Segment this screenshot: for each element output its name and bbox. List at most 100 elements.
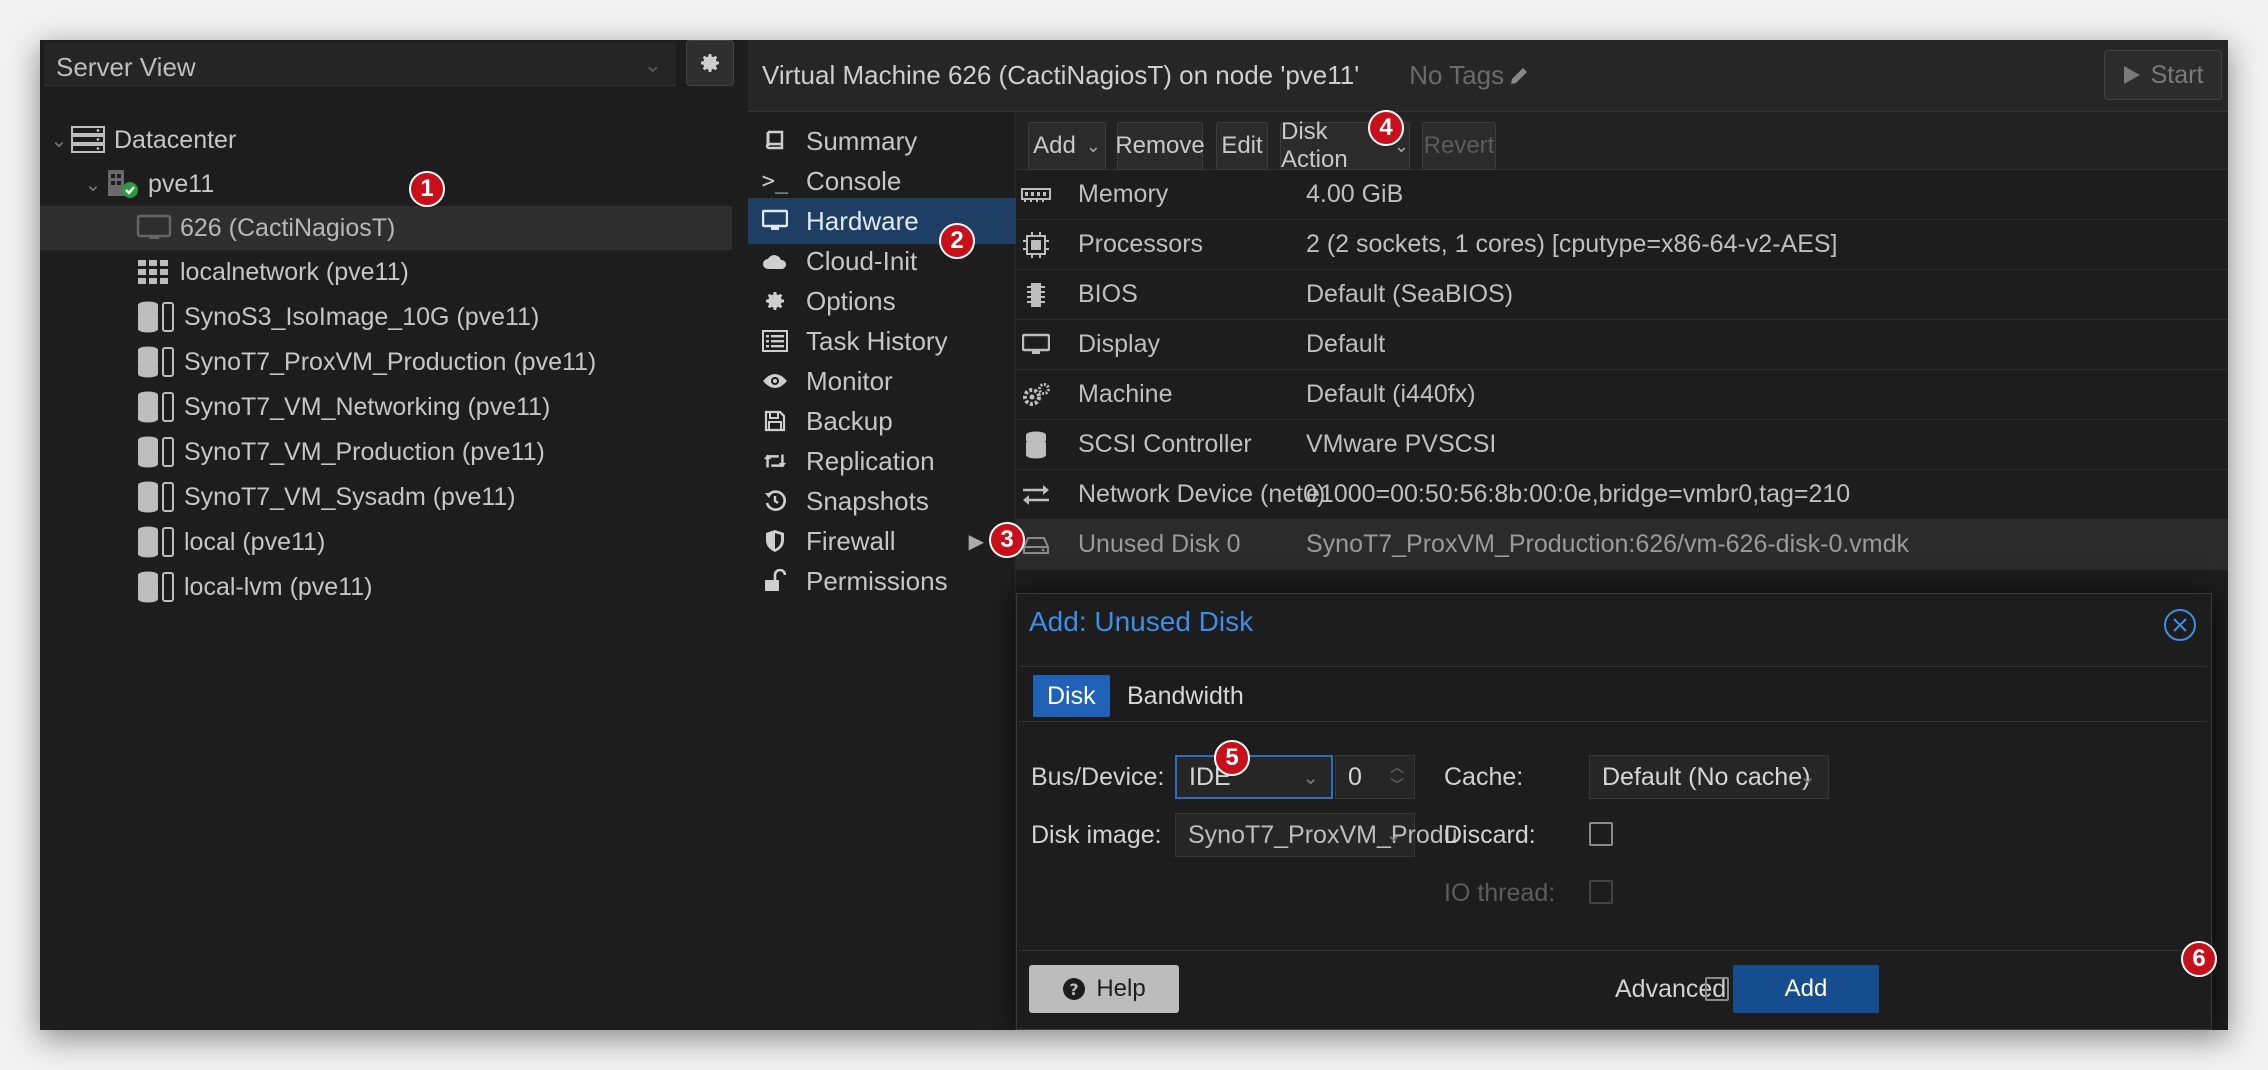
chevron-down-icon: ⌄ <box>1085 135 1101 156</box>
pencil-icon[interactable] <box>1508 65 1530 87</box>
tree-item-label: SynoT7_VM_Production (pve11) <box>184 437 545 466</box>
tree-item-localnetwork[interactable]: localnetwork (pve11) <box>40 250 732 294</box>
exchange-icon <box>1020 481 1052 509</box>
tree-item-datacenter[interactable]: ⌄ Datacenter <box>40 118 732 162</box>
chevron-down-icon: ⌄ <box>1799 766 1816 788</box>
tree-item-node-pve11[interactable]: ⌄ pve11 <box>40 162 732 206</box>
server-view-select[interactable]: Server View ⌄ <box>44 42 676 86</box>
revert-label: Revert <box>1423 132 1495 159</box>
tree-item-label: SynoT7_VM_Sysadm (pve11) <box>184 482 516 511</box>
tree-settings-button[interactable] <box>686 40 734 86</box>
hardware-value: 2 (2 sockets, 1 cores) [cputype=x86-64-v… <box>1306 230 1838 258</box>
storage-icon <box>136 525 176 559</box>
disk-image-select[interactable]: SynoT7_ProxVM_Produ ⌄ <box>1175 813 1458 857</box>
cache-select[interactable]: Default (No cache) ⌄ <box>1589 755 1829 799</box>
vm-header-bar: Virtual Machine 626 (CactiNagiosT) on no… <box>748 40 2228 112</box>
device-index-spinner[interactable]: 0 ︿ ﹀ <box>1335 755 1415 799</box>
edit-button[interactable]: Edit <box>1216 122 1268 170</box>
hardware-row[interactable]: Display Default <box>1016 320 2228 370</box>
hardware-row[interactable]: Memory 4.00 GiB <box>1016 170 2228 220</box>
nav-item-label: Backup <box>806 405 893 436</box>
dialog-footer: ? Help Advanced Add <box>1019 950 2209 1029</box>
page-title: Virtual Machine 626 (CactiNagiosT) on no… <box>762 60 1360 90</box>
disk-image-value: SynoT7_ProxVM_Produ <box>1188 820 1458 849</box>
storage-icon <box>136 570 176 604</box>
tab-label: Disk <box>1047 681 1096 710</box>
hardware-row-unused-disk[interactable]: Unused Disk 0 SynoT7_ProxVM_Production:6… <box>1016 520 2228 570</box>
help-button[interactable]: ? Help <box>1029 965 1179 1013</box>
hardware-row[interactable]: Network Device (net0) e1000=00:50:56:8b:… <box>1016 470 2228 520</box>
nav-item-label: Permissions <box>806 565 948 596</box>
close-button[interactable] <box>2163 608 2197 647</box>
tree-item-label: local (pve11) <box>184 527 326 556</box>
discard-checkbox[interactable] <box>1589 822 1613 846</box>
spinner-arrows-icon[interactable]: ︿ ﹀ <box>1390 758 1404 794</box>
dialog-title: Add: Unused Disk <box>1029 606 1254 637</box>
dialog-tabs: Disk Bandwidth <box>1019 666 2207 722</box>
hardware-value: Default (SeaBIOS) <box>1306 280 1514 308</box>
hardware-name: Display <box>1078 330 1160 358</box>
tab-bandwidth[interactable]: Bandwidth <box>1113 675 1258 717</box>
chevron-down-icon[interactable]: ⌄ <box>82 172 104 197</box>
hardware-name: Unused Disk 0 <box>1078 530 1241 558</box>
revert-button[interactable]: Revert <box>1422 122 1496 170</box>
device-index-value: 0 <box>1348 762 1362 791</box>
cogs-icon <box>1020 381 1052 409</box>
tree-item-storage[interactable]: SynoT7_ProxVM_Production (pve11) <box>40 340 732 384</box>
eye-icon <box>762 368 788 394</box>
hardware-row[interactable]: SCSI Controller VMware PVSCSI <box>1016 420 2228 470</box>
history-icon <box>762 488 788 514</box>
hardware-row[interactable]: Machine Default (i440fx) <box>1016 370 2228 420</box>
add-unused-disk-dialog: Add: Unused Disk Disk Bandwidth Bus/Devi… <box>1016 593 2212 1030</box>
tree-item-vm-626[interactable]: 626 (CactiNagiosT) <box>40 206 732 250</box>
nav-item-permissions[interactable]: Permissions <box>748 558 1016 604</box>
unlock-icon <box>762 568 788 594</box>
hardware-name: BIOS <box>1078 280 1138 308</box>
nav-item-label: Options <box>806 285 896 316</box>
start-button[interactable]: Start <box>2104 50 2222 100</box>
nav-item-label: Snapshots <box>806 485 929 516</box>
storage-icon <box>136 345 176 379</box>
tree-item-storage[interactable]: SynoT7_VM_Networking (pve11) <box>40 385 732 429</box>
tree-item-storage[interactable]: SynoT7_VM_Production (pve11) <box>40 430 732 474</box>
hardware-row[interactable]: BIOS Default (SeaBIOS) <box>1016 270 2228 320</box>
chevron-down-icon: ⌄ <box>643 52 662 77</box>
help-label: Help <box>1096 975 1146 1002</box>
hardware-value: e1000=00:50:56:8b:00:0e,bridge=vmbr0,tag… <box>1306 480 1851 508</box>
remove-button[interactable]: Remove <box>1115 122 1205 170</box>
book-icon <box>762 128 788 154</box>
hardware-value: Default (i440fx) <box>1306 380 1476 408</box>
tree-item-label: SynoS3_IsoImage_10G (pve11) <box>184 302 540 331</box>
tab-disk[interactable]: Disk <box>1033 675 1110 717</box>
bus-select[interactable]: IDE ⌄ <box>1175 755 1333 799</box>
nav-item-label: Task History <box>806 325 948 356</box>
tree-item-label: localnetwork (pve11) <box>180 257 409 286</box>
tree-item-storage[interactable]: local (pve11) <box>40 520 732 564</box>
nav-item-label: Console <box>806 165 902 196</box>
tree-item-storage[interactable]: SynoT7_VM_Sysadm (pve11) <box>40 475 732 519</box>
server-view-label: Server View <box>56 52 196 82</box>
tree-item-storage[interactable]: local-lvm (pve11) <box>40 565 732 609</box>
datacenter-icon <box>70 125 106 155</box>
retweet-icon <box>762 448 788 474</box>
hardware-value: SynoT7_ProxVM_Production:626/vm-626-disk… <box>1306 530 1910 558</box>
hardware-value: Default <box>1306 330 1386 358</box>
tree-item-storage[interactable]: SynoS3_IsoImage_10G (pve11) <box>40 295 732 339</box>
database-icon <box>1020 431 1052 459</box>
chevron-down-icon[interactable]: ⌄ <box>48 128 70 153</box>
tree-item-label: local-lvm (pve11) <box>184 572 373 601</box>
io-thread-label: IO thread: <box>1444 879 1556 907</box>
io-thread-checkbox[interactable] <box>1589 880 1613 904</box>
cpu-icon <box>1020 231 1052 259</box>
callout-marker: 2 <box>939 223 975 259</box>
tree-item-label: SynoT7_VM_Networking (pve11) <box>184 392 551 421</box>
advanced-checkbox[interactable] <box>1705 977 1729 1001</box>
hardware-row[interactable]: Processors 2 (2 sockets, 1 cores) [cputy… <box>1016 220 2228 270</box>
tags-editor[interactable]: No Tags <box>1409 60 1530 91</box>
hardware-name: Machine <box>1078 380 1173 408</box>
add-button[interactable]: Add <box>1733 965 1879 1013</box>
add-menu-button[interactable]: Add ⌄ <box>1028 122 1106 170</box>
callout-marker: 6 <box>2181 941 2217 977</box>
display-icon <box>1020 331 1052 359</box>
hardware-value: VMware PVSCSI <box>1306 430 1497 458</box>
